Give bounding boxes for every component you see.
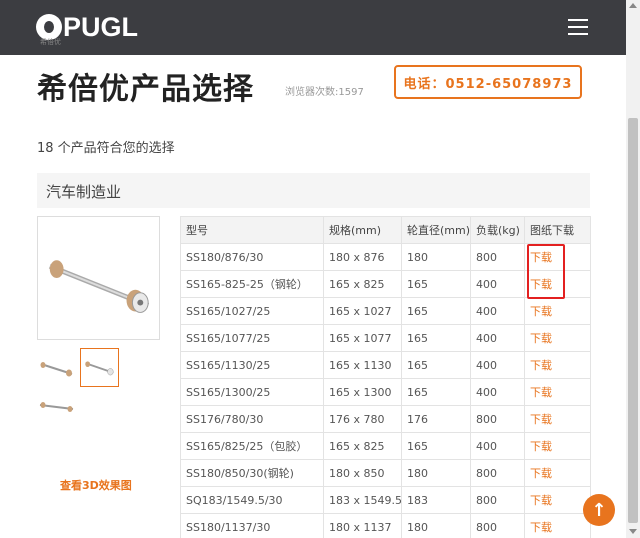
category-title: 汽车制造业	[46, 183, 122, 201]
cell-wheel-diameter: 165	[401, 297, 471, 325]
table-row: SS165-825-25（钢轮） 165 x 825 165 400 下载	[180, 270, 591, 298]
col-header-spec: 规格(mm)	[323, 216, 402, 244]
cell-wheel-diameter: 176	[401, 405, 471, 433]
product-thumbnail-2[interactable]	[80, 348, 119, 387]
cell-load: 400	[470, 432, 525, 460]
table-row: SQ183/1549.5/30 183 x 1549.5 183 800 下载	[180, 486, 591, 514]
cell-load: 800	[470, 243, 525, 271]
page-title: 希倍优产品选择	[37, 72, 254, 107]
cell-load: 400	[470, 324, 525, 352]
scroll-up-icon[interactable]	[629, 3, 637, 8]
download-link[interactable]: 下载	[524, 405, 591, 433]
table-row: SS165/1300/25 165 x 1300 165 400 下载	[180, 378, 591, 406]
cell-model: SS165/1130/25	[180, 351, 324, 379]
download-link[interactable]: 下载	[524, 486, 591, 514]
cell-load: 400	[470, 297, 525, 325]
cell-spec: 180 x 1137	[323, 513, 402, 538]
cell-model: SS176/780/30	[180, 405, 324, 433]
table-row: SS165/1130/25 165 x 1130 165 400 下载	[180, 351, 591, 379]
table-row: SS165/1027/25 165 x 1027 165 400 下载	[180, 297, 591, 325]
cell-spec: 183 x 1549.5	[323, 486, 402, 514]
cell-wheel-diameter: 180	[401, 513, 471, 538]
table-row: SS165/825/25（包胶） 165 x 825 165 400 下载	[180, 432, 591, 460]
cell-spec: 180 x 850	[323, 459, 402, 487]
phone-button[interactable]: 电话：0512-65078973	[394, 65, 582, 99]
cell-wheel-diameter: 165	[401, 270, 471, 298]
product-thumbnail-1[interactable]	[37, 349, 76, 388]
cell-load: 400	[470, 378, 525, 406]
col-header-model: 型号	[180, 216, 324, 244]
table-row: SS165/1077/25 165 x 1077 165 400 下载	[180, 324, 591, 352]
cell-wheel-diameter: 180	[401, 459, 471, 487]
download-link[interactable]: 下载	[524, 459, 591, 487]
download-link[interactable]: 下载	[524, 513, 591, 538]
download-link[interactable]: 下载	[524, 270, 591, 298]
cell-wheel-diameter: 165	[401, 378, 471, 406]
cell-wheel-diameter: 165	[401, 324, 471, 352]
scrollbar[interactable]	[626, 0, 640, 538]
download-link[interactable]: 下载	[524, 324, 591, 352]
logo-subtitle: 希倍优	[40, 38, 61, 46]
cell-wheel-diameter: 180	[401, 243, 471, 271]
scroll-down-icon[interactable]	[629, 529, 637, 534]
cell-spec: 165 x 1077	[323, 324, 402, 352]
roller-thumb-icon	[85, 361, 114, 376]
col-header-wheel-diameter: 轮直径(mm)	[401, 216, 471, 244]
cell-spec: 165 x 825	[323, 270, 402, 298]
cell-load: 400	[470, 270, 525, 298]
table-row: SS176/780/30 176 x 780 176 800 下载	[180, 405, 591, 433]
product-thumbnail-3[interactable]	[37, 390, 76, 429]
result-count: 18 个产品符合您的选择	[37, 141, 175, 156]
table-row: SS180/876/30 180 x 876 180 800 下载	[180, 243, 591, 271]
download-link[interactable]: 下载	[524, 432, 591, 460]
product-main-image	[37, 216, 160, 340]
cell-model: SS180/876/30	[180, 243, 324, 271]
roller-thumb-icon	[39, 402, 74, 412]
arrow-up-icon[interactable]: ↑	[583, 494, 615, 526]
category-bar: 汽车制造业	[37, 173, 590, 208]
cell-model: SS180/850/30(钢轮)	[180, 459, 324, 487]
download-link[interactable]: 下载	[524, 243, 591, 271]
cell-spec: 165 x 1300	[323, 378, 402, 406]
cell-spec: 165 x 1027	[323, 297, 402, 325]
table-header-row: 型号 规格(mm) 轮直径(mm) 负载(kg) 图纸下载	[180, 216, 591, 244]
logo-text: PUGL	[63, 11, 139, 42]
top-navbar: PUGL 希倍优	[0, 0, 626, 55]
cell-model: SS165/1077/25	[180, 324, 324, 352]
product-table: 型号 规格(mm) 轮直径(mm) 负载(kg) 图纸下载 SS180/876/…	[180, 216, 591, 538]
hamburger-icon[interactable]	[568, 19, 588, 36]
cell-spec: 165 x 1130	[323, 351, 402, 379]
cell-spec: 176 x 780	[323, 405, 402, 433]
cell-spec: 180 x 876	[323, 243, 402, 271]
cell-wheel-diameter: 165	[401, 351, 471, 379]
cell-wheel-diameter: 165	[401, 432, 471, 460]
col-header-load: 负载(kg)	[470, 216, 525, 244]
table-row: SS180/850/30(钢轮) 180 x 850 180 800 下载	[180, 459, 591, 487]
table-row: SS180/1137/30 180 x 1137 180 800 下载	[180, 513, 591, 538]
cell-load: 800	[470, 486, 525, 514]
cell-load: 800	[470, 459, 525, 487]
cell-model: SS180/1137/30	[180, 513, 324, 538]
view-count: 浏览器次数:1597	[285, 87, 364, 98]
cell-model: SS165/825/25（包胶）	[180, 432, 324, 460]
download-link[interactable]: 下载	[524, 297, 591, 325]
roller-thumb-icon	[40, 362, 73, 377]
cell-model: SQ183/1549.5/30	[180, 486, 324, 514]
view-3d-link[interactable]: 查看3D效果图	[60, 477, 132, 493]
download-link[interactable]: 下载	[524, 351, 591, 379]
scroll-thumb[interactable]	[628, 118, 638, 523]
cell-model: SS165/1027/25	[180, 297, 324, 325]
cell-model: SS165/1300/25	[180, 378, 324, 406]
col-header-download: 图纸下载	[524, 216, 591, 244]
download-link[interactable]: 下载	[524, 378, 591, 406]
cell-model: SS165-825-25（钢轮）	[180, 270, 324, 298]
cell-load: 800	[470, 513, 525, 538]
cell-load: 400	[470, 351, 525, 379]
cell-wheel-diameter: 183	[401, 486, 471, 514]
roller-image	[48, 260, 150, 313]
cell-spec: 165 x 825	[323, 432, 402, 460]
cell-load: 800	[470, 405, 525, 433]
